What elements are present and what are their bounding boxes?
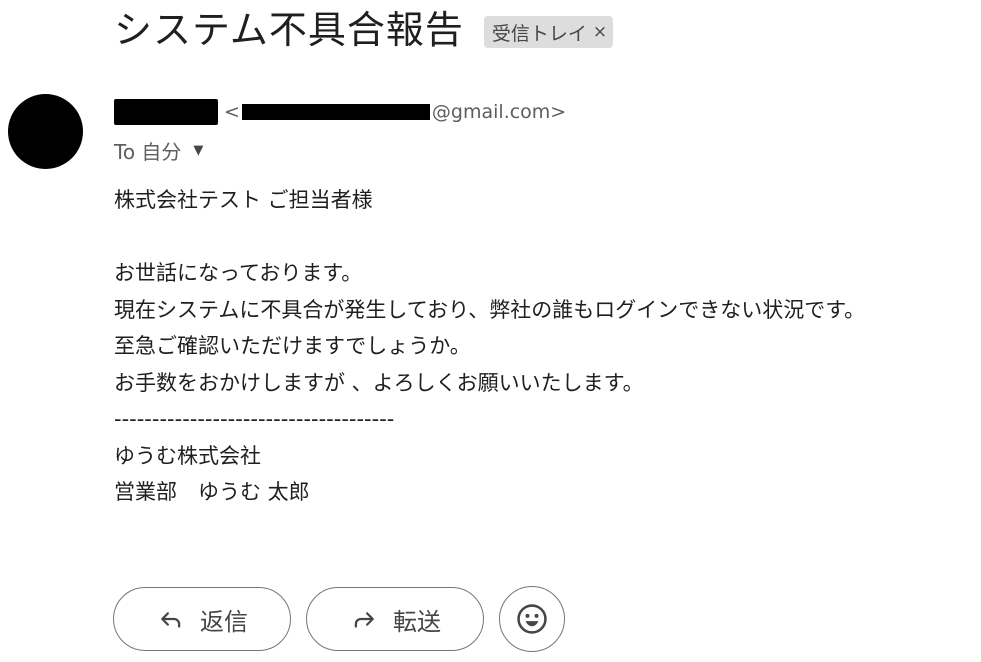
reply-label: 返信 bbox=[200, 607, 248, 636]
forward-button[interactable]: 転送 bbox=[306, 587, 484, 651]
sender-row: < @gmail.com> bbox=[114, 96, 566, 128]
sender-email: < @gmail.com> bbox=[224, 101, 566, 123]
label-chip-inbox[interactable]: 受信トレイ × bbox=[483, 16, 614, 48]
reply-icon bbox=[156, 604, 186, 634]
remove-label-icon[interactable]: × bbox=[593, 22, 607, 42]
add-reaction-button[interactable] bbox=[499, 586, 565, 652]
sender-email-redacted bbox=[241, 104, 430, 120]
label-chip-text: 受信トレイ bbox=[491, 22, 587, 45]
signature-name: 営業部 ゆうむ 太郎 bbox=[114, 480, 310, 504]
body-line bbox=[114, 219, 979, 256]
email-body: 株式会社テスト ご担当者様 お世話になっております。 現在システムに不具合が発生… bbox=[114, 182, 979, 511]
recipient-label: To 自分 bbox=[114, 139, 182, 164]
sender-avatar[interactable] bbox=[8, 94, 83, 169]
subject-row: システム不具合報告 受信トレイ × bbox=[114, 4, 614, 56]
forward-label: 転送 bbox=[393, 607, 441, 636]
sender-name-redacted bbox=[114, 99, 218, 125]
body-line: 至急ご確認いただけますでしょうか。 bbox=[114, 334, 471, 358]
signature-divider: ------------------------------------- bbox=[114, 407, 395, 431]
recipient-details-toggle[interactable]: To 自分 ▼ bbox=[114, 134, 203, 166]
signature-company: ゆうむ株式会社 bbox=[114, 443, 261, 468]
body-line: 現在システムに不具合が発生しており、弊社の誰もログインできない状況です。 bbox=[114, 297, 866, 322]
body-line: お世話になっております。 bbox=[114, 261, 363, 285]
emoji-icon bbox=[515, 602, 549, 636]
chevron-down-icon[interactable]: ▼ bbox=[193, 143, 203, 158]
sender-email-domain: @gmail.com> bbox=[431, 101, 567, 123]
message-actions: 返信 転送 bbox=[113, 586, 565, 652]
sender-email-open: < bbox=[224, 101, 240, 123]
body-line: お手数をおかけしますが 、よろしくお願いいたします。 bbox=[114, 370, 644, 395]
body-line: 株式会社テスト ご担当者様 bbox=[114, 188, 373, 212]
email-subject: システム不具合報告 bbox=[114, 8, 464, 52]
reply-button[interactable]: 返信 bbox=[113, 587, 291, 651]
forward-icon bbox=[349, 604, 379, 634]
